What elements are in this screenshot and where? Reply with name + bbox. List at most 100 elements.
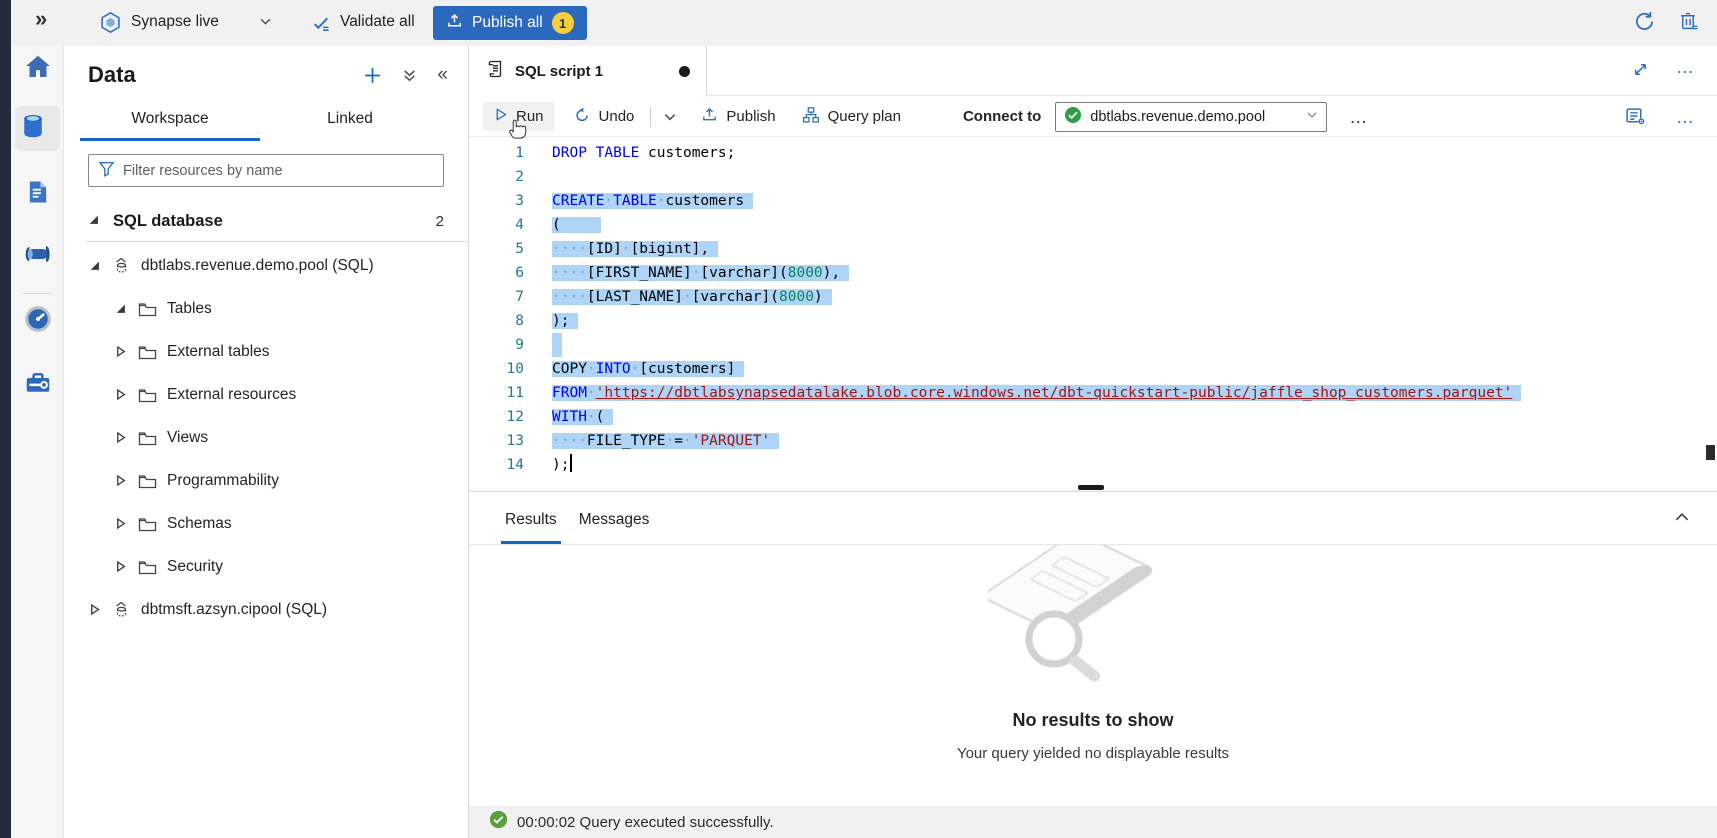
tree-item[interactable]: External resources xyxy=(64,373,468,416)
collapse-panel-icon[interactable]: « xyxy=(437,64,448,86)
tab-workspace[interactable]: Workspace xyxy=(80,102,260,141)
code-line[interactable]: 14); xyxy=(469,453,1717,477)
chevron-down-icon xyxy=(1306,109,1318,124)
sql-pool-icon xyxy=(112,256,131,275)
nav-integrate[interactable] xyxy=(15,234,60,279)
validate-all-button[interactable]: Validate all xyxy=(340,13,415,31)
tree-item[interactable]: Programmability xyxy=(64,459,468,502)
mode-selector-label[interactable]: Synapse live xyxy=(131,13,219,31)
caret-collapsed-icon[interactable] xyxy=(114,561,126,572)
code-line[interactable]: 10COPY·INTO·[customers] xyxy=(469,357,1717,381)
tree-item[interactable]: Schemas xyxy=(64,502,468,545)
folder-icon xyxy=(138,387,157,403)
results-settings-icon[interactable] xyxy=(1625,106,1646,127)
chevron-down-icon[interactable] xyxy=(259,15,272,33)
selection-highlight: ····[ID]·[bigint], xyxy=(552,241,718,257)
tab-sql-script-1[interactable]: SQL script 1 xyxy=(469,46,707,97)
code-line[interactable]: 13····FILE_TYPE·=·'PARQUET' xyxy=(469,429,1717,453)
data-panel-tabs: Workspace Linked xyxy=(64,102,468,141)
collapse-results-chevron-icon[interactable] xyxy=(1673,508,1691,531)
expand-nav-icon[interactable]: » xyxy=(35,6,45,32)
tab-messages[interactable]: Messages xyxy=(575,511,654,544)
tree-item[interactable]: Views xyxy=(64,416,468,459)
code-line[interactable]: 8); xyxy=(469,309,1717,333)
tree-item[interactable]: Tables xyxy=(64,287,468,330)
code-line[interactable]: 7 ····[LAST_NAME]·[varchar](8000) xyxy=(469,285,1717,309)
tree-item[interactable]: External tables xyxy=(64,330,468,373)
discard-trash-icon[interactable] xyxy=(1678,10,1699,33)
nav-data[interactable] xyxy=(15,106,60,151)
selection-highlight: ····FILE_TYPE·=·'PARQUET' xyxy=(552,433,779,449)
actions-double-chevron-icon[interactable] xyxy=(402,68,417,83)
toolbar-more-icon[interactable]: … xyxy=(1349,110,1368,124)
run-button[interactable]: Run xyxy=(483,102,554,131)
code-line[interactable]: 3CREATE·TABLE·customers xyxy=(469,189,1717,213)
line-number: 8 xyxy=(469,309,524,333)
code-line[interactable]: 12WITH·( xyxy=(469,405,1717,429)
window-edge-strip xyxy=(0,0,11,838)
panel-resize-handle[interactable] xyxy=(1078,485,1104,490)
code-line[interactable]: 5····[ID]·[bigint], xyxy=(469,237,1717,261)
caret-collapsed-icon[interactable] xyxy=(114,432,126,443)
nav-develop[interactable] xyxy=(15,172,60,217)
caret-collapsed-icon[interactable] xyxy=(114,518,126,529)
line-number: 12 xyxy=(469,405,524,429)
pool-selector[interactable]: dbtlabs.revenue.demo.pool xyxy=(1055,102,1327,132)
empty-state-title: No results to show xyxy=(1012,710,1173,731)
sql-database-section[interactable]: SQL database 2 xyxy=(88,207,444,235)
expand-editor-icon[interactable] xyxy=(1631,60,1650,79)
caret-expanded-icon[interactable] xyxy=(114,303,126,314)
folder-icon xyxy=(138,430,157,446)
code-line[interactable]: 2 xyxy=(469,165,1717,189)
folder-icon xyxy=(138,516,157,532)
tab-results[interactable]: Results xyxy=(501,511,561,544)
filter-input[interactable] xyxy=(123,163,434,179)
tree-item[interactable]: dbtlabs.revenue.demo.pool (SQL) xyxy=(64,244,468,287)
caret-expanded-icon[interactable] xyxy=(88,212,99,230)
caret-collapsed-icon[interactable] xyxy=(88,604,100,615)
caret-expanded-icon[interactable] xyxy=(88,260,100,271)
top-command-bar: » Synapse live Validate all Publish all … xyxy=(11,0,1717,46)
publish-label: Publish xyxy=(726,108,775,125)
caret-collapsed-icon[interactable] xyxy=(114,389,126,400)
code-line[interactable]: 11FROM·'https://dbtlabsynapsedatalake.bl… xyxy=(469,381,1717,405)
data-explorer-panel: Data « Workspace Linked SQL database 2 d… xyxy=(64,46,469,838)
selection-highlight: ); xyxy=(552,313,578,329)
pool-selector-value: dbtlabs.revenue.demo.pool xyxy=(1090,109,1298,125)
tree-item[interactable]: Security xyxy=(64,545,468,588)
code-line[interactable]: 1DROP TABLE customers; xyxy=(469,141,1717,165)
sql-code-editor[interactable]: 1DROP TABLE customers;23CREATE·TABLE·cus… xyxy=(469,137,1717,491)
selection-highlight: ····[LAST_NAME]·[varchar](8000) xyxy=(552,289,832,305)
line-number: 7 xyxy=(469,285,524,309)
section-label: SQL database xyxy=(113,212,223,231)
publish-button[interactable]: Publish xyxy=(691,101,785,132)
code-line[interactable]: 4( xyxy=(469,213,1717,237)
editor-scrollbar-handle[interactable] xyxy=(1706,445,1715,460)
folder-icon xyxy=(138,559,157,575)
nav-manage[interactable] xyxy=(15,363,60,408)
caret-collapsed-icon[interactable] xyxy=(114,475,126,486)
home-icon xyxy=(23,52,53,87)
tab-linked[interactable]: Linked xyxy=(260,102,440,141)
code-line[interactable]: 6····[FIRST_NAME]·[varchar](8000), xyxy=(469,261,1717,285)
database-icon xyxy=(18,111,48,146)
line-number: 11 xyxy=(469,381,524,405)
nav-home[interactable] xyxy=(15,47,60,92)
code-line[interactable]: 9 xyxy=(469,333,1717,357)
line-number: 1 xyxy=(469,141,524,165)
tree-item-label: Programmability xyxy=(167,472,279,490)
toolbar-divider xyxy=(650,107,651,127)
add-resource-icon[interactable] xyxy=(363,66,382,85)
tab-more-icon[interactable]: … xyxy=(1676,60,1695,79)
nav-monitor[interactable] xyxy=(15,299,60,344)
refresh-icon[interactable] xyxy=(1633,10,1656,33)
caret-collapsed-icon[interactable] xyxy=(114,346,126,357)
undo-redo-chevron-icon[interactable] xyxy=(657,110,683,124)
publish-all-button[interactable]: Publish all 1 xyxy=(433,6,587,40)
tree-item-label: Schemas xyxy=(167,515,232,533)
undo-button[interactable]: Undo xyxy=(564,101,645,132)
editor-more-icon[interactable]: … xyxy=(1676,110,1695,124)
query-plan-button[interactable]: Query plan xyxy=(792,101,911,133)
tree-item[interactable]: dbtmsft.azsyn.cipool (SQL) xyxy=(64,588,468,631)
panel-title: Data xyxy=(88,62,136,88)
